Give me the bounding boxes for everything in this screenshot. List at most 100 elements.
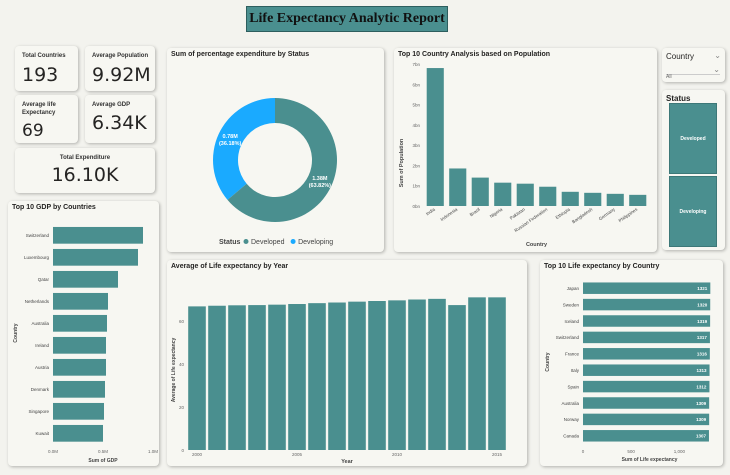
population-bar-chart[interactable]: 0bn 1bn 2bn 3bn 4bn 5bn 6bn 7bn India Indonesia Br…	[394, 48, 657, 252]
status-option-label: Developed	[680, 135, 706, 142]
kpi-label: Average GDP	[92, 102, 131, 108]
year-bar-2006	[308, 303, 326, 450]
x-axis-label: Sum of Life expectancy	[622, 457, 678, 463]
country-dropdown-value: All	[666, 74, 672, 80]
y-tick-label: 20	[179, 405, 185, 410]
data-label: 1321	[697, 286, 708, 291]
y-tick-label: Austria	[35, 365, 50, 370]
x-axis-label: Year	[341, 459, 353, 465]
gdp-bar-qatar	[53, 270, 118, 288]
x-tick-label: Ethiopia	[555, 206, 572, 220]
donut-chart-card: Sum of percentage expenditure by Status …	[167, 48, 384, 252]
y-tick-label: Italy	[571, 368, 580, 373]
y-tick-label: Denmark	[31, 387, 50, 392]
y-tick-label: Japan	[567, 286, 580, 291]
year-bar-2003	[248, 305, 266, 450]
population-bar-bangladesh	[584, 192, 602, 206]
x-tick-label: Bangladesh	[571, 206, 594, 224]
data-label: 1320	[697, 302, 708, 307]
year-bar-2009	[368, 301, 386, 450]
year-bar-2012	[428, 298, 446, 450]
x-tick-label: 2015	[492, 452, 503, 457]
y-tick-label: Australia	[561, 401, 579, 406]
y-tick-label: 2bn	[412, 163, 420, 168]
year-bar-2011	[408, 299, 426, 450]
x-tick-label: Brazil	[469, 207, 481, 218]
y-tick-label: 7bn	[412, 62, 420, 67]
x-tick-label: 0	[582, 449, 585, 454]
gdp-chart-card: Top 10 GDP by Countries Switzerland Luxem…	[8, 201, 159, 466]
data-label: 1309	[696, 401, 707, 406]
life-country-bar-chart[interactable]: Japan 1321 Sweden 1320 Iceland 1319 Switzerlan…	[540, 260, 723, 466]
x-tick-label: 1,000	[674, 449, 686, 454]
y-tick-label: Australia	[31, 321, 49, 326]
life-country-bar-italy	[583, 364, 710, 376]
year-bar-2001	[208, 305, 226, 450]
life-year-bar-chart[interactable]: 02040602000 2005 2010 2015YearAverage of Li…	[167, 260, 527, 466]
kpi-value: 16.10K	[51, 164, 119, 186]
life-country-bar-japan	[583, 282, 711, 294]
data-label: 1307	[696, 434, 707, 439]
y-tick-label: 0bn	[412, 204, 420, 209]
population-bar-russian-federation	[539, 186, 557, 206]
life-country-bar-spain	[583, 380, 710, 393]
gdp-bar-ireland	[53, 336, 106, 354]
x-tick-label: India	[425, 206, 436, 216]
kpi-average-population: Average Population 9.92M	[85, 46, 155, 91]
y-tick-label: Ireland	[35, 343, 49, 348]
donut-data-pct: (63.82%)	[309, 183, 331, 189]
data-label: 1312	[696, 384, 707, 389]
x-tick-label: Nigeria	[489, 206, 504, 219]
data-label: 1317	[697, 335, 708, 340]
y-tick-label: Norway	[564, 417, 580, 422]
country-dropdown[interactable]: All ⌄	[666, 65, 720, 80]
life-country-bar-canada	[583, 430, 709, 442]
y-tick-label: Switzerland	[556, 335, 580, 340]
status-slicer-label: Status	[666, 94, 691, 103]
gdp-bar-austria	[53, 358, 106, 376]
report-title-box: Life Expectancy Analytic Report	[246, 6, 448, 32]
chevron-down-icon[interactable]: ⌄	[713, 65, 720, 74]
legend-marker	[290, 239, 296, 244]
y-axis-label: Average of Life expectancy	[171, 338, 177, 403]
life-country-bar-iceland	[583, 315, 711, 327]
status-option-developing[interactable]: Developing	[669, 176, 717, 247]
y-tick-label: 6bn	[412, 82, 420, 87]
y-tick-label: 5bn	[412, 103, 420, 108]
life-country-bar-australia	[583, 397, 710, 409]
gdp-bar-chart[interactable]: Switzerland Luxembourg Qatar Netherlands Aus…	[8, 201, 159, 466]
kpi-average-life-expectancy: Average life Expectancy 69	[15, 95, 78, 143]
data-label: 1316	[697, 352, 708, 357]
x-tick-label: Pakistan	[509, 206, 526, 220]
x-tick-label: 0.0M	[48, 449, 58, 454]
x-tick-label: 2000	[192, 452, 203, 457]
year-bar-2004	[268, 304, 286, 450]
status-option-developed[interactable]: Developed	[669, 103, 717, 174]
kpi-total-expenditure: Total Expenditure 16.10K	[15, 148, 155, 193]
life-country-bar-switzerland	[583, 331, 710, 344]
population-bar-brazil	[471, 177, 489, 206]
kpi-value: 69	[22, 121, 44, 141]
data-label: 1319	[697, 319, 708, 324]
y-tick-label: 4bn	[412, 123, 420, 128]
kpi-value: 9.92M	[92, 64, 151, 86]
year-bar-2015	[488, 297, 506, 450]
kpi-average-gdp: Average GDP 6.34K	[85, 95, 155, 143]
donut-chart[interactable]: 0.78M(36.18%) 1.38M(63.82%) Status Develope…	[167, 48, 384, 252]
data-label: 1309	[696, 417, 707, 422]
population-bar-ethiopia	[561, 191, 579, 206]
y-tick-label: 40	[179, 362, 185, 367]
donut-slice-developing[interactable]	[213, 98, 275, 200]
donut-data-pct: (36.18%)	[219, 141, 241, 147]
legend-marker	[243, 239, 249, 244]
life-year-chart-card: Average of Life expectancy by Year 0 20 40…	[167, 260, 527, 466]
y-tick-label: Qatar	[38, 277, 50, 282]
data-label: 1313	[697, 368, 708, 373]
year-bar-2014	[468, 297, 486, 450]
kpi-value: 6.34K	[92, 112, 147, 134]
kpi-label: Total Expenditure	[59, 155, 111, 161]
chevron-down-icon[interactable]: ⌄	[714, 51, 721, 60]
year-bar-2002	[228, 305, 246, 450]
x-tick-label: 2005	[292, 452, 303, 457]
country-slicer[interactable]: Country ⌄ All ⌄	[662, 48, 725, 82]
